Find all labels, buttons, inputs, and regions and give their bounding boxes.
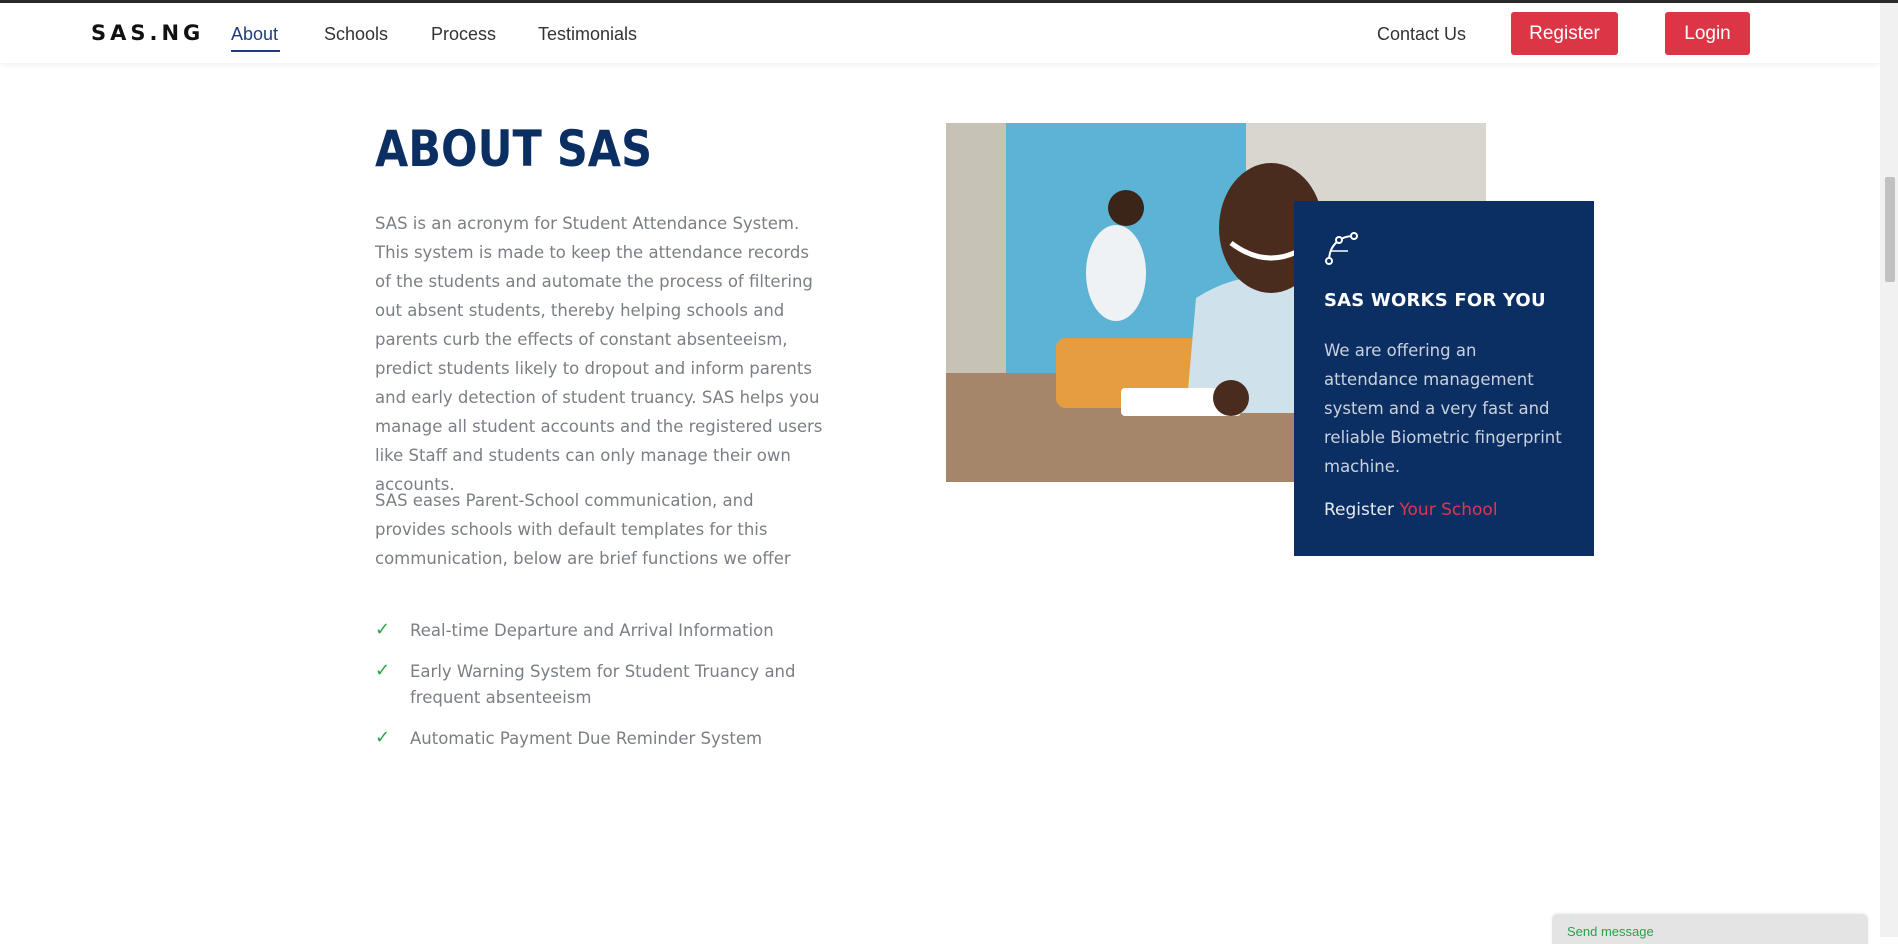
nav-link-testimonials[interactable]: Testimonials <box>538 24 637 45</box>
about-paragraph-1: SAS is an acronym for Student Attendance… <box>375 214 823 494</box>
check-icon: ✓ <box>375 619 391 640</box>
page-scrollbar[interactable] <box>1880 3 1898 937</box>
feature-text: Automatic Payment Due Reminder System <box>410 729 763 748</box>
active-nav-indicator <box>231 50 280 52</box>
nav-link-schools[interactable]: Schools <box>324 24 388 45</box>
register-prefix: Register <box>1324 500 1394 520</box>
register-your-school-link[interactable]: Your School <box>1399 500 1497 520</box>
sas-works-card: SAS WORKS FOR YOU We are offering an att… <box>1294 201 1594 556</box>
about-paragraph-2: SAS eases Parent-School communication, a… <box>375 491 791 568</box>
brand-logo[interactable]: SAS.NG <box>91 21 204 45</box>
feature-item: ✓ Real-time Departure and Arrival Inform… <box>375 618 835 644</box>
nav-link-contact[interactable]: Contact Us <box>1377 24 1466 45</box>
check-icon: ✓ <box>375 660 391 681</box>
card-register-line: Register Your School <box>1324 500 1498 520</box>
nav-link-about[interactable]: About <box>231 24 278 45</box>
login-button[interactable]: Login <box>1665 12 1750 55</box>
top-navbar: SAS.NG About Schools Process Testimonial… <box>0 3 1880 63</box>
feature-item: ✓ Early Warning System for Student Truan… <box>375 659 835 711</box>
check-icon: ✓ <box>375 727 391 748</box>
register-button[interactable]: Register <box>1511 12 1618 55</box>
nav-link-process[interactable]: Process <box>431 24 496 45</box>
feature-text: Real-time Departure and Arrival Informat… <box>410 621 774 640</box>
chat-widget[interactable]: Send message <box>1552 914 1868 944</box>
card-title: SAS WORKS FOR YOU <box>1324 290 1546 311</box>
feature-item: ✓ Automatic Payment Due Reminder System <box>375 726 835 752</box>
feature-text: Early Warning System for Student Truancy… <box>410 662 796 707</box>
about-title: ABOUT SAS <box>375 120 653 178</box>
scrollbar-thumb[interactable] <box>1885 177 1895 282</box>
bezier-curve-icon <box>1325 232 1358 265</box>
feature-list: ✓ Real-time Departure and Arrival Inform… <box>375 618 835 767</box>
card-description: We are offering an attendance management… <box>1324 341 1562 476</box>
